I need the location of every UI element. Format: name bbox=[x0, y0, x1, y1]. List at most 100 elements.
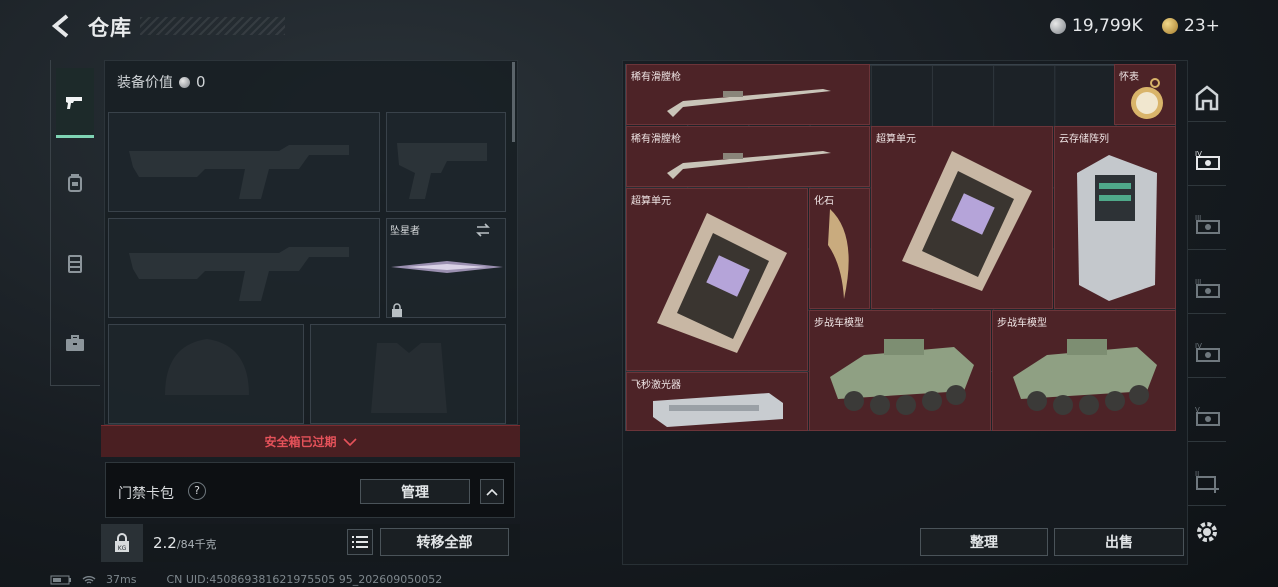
svg-text:V: V bbox=[1195, 406, 1200, 414]
svg-text:IV: IV bbox=[1195, 150, 1202, 158]
equipment-value-label: 装备价值 bbox=[117, 75, 173, 91]
gold-coin-icon bbox=[1162, 18, 1178, 34]
stash-item[interactable]: 步战车模型 bbox=[809, 310, 991, 431]
melee-slot[interactable]: 坠星者 bbox=[386, 218, 506, 318]
ifv-model-icon bbox=[830, 339, 974, 415]
gold-currency[interactable]: 23+ bbox=[1162, 14, 1220, 38]
helmet-slot[interactable] bbox=[108, 324, 304, 424]
silver-coin-icon bbox=[1050, 18, 1066, 34]
storage-tab-home[interactable] bbox=[1188, 72, 1226, 122]
tier-5-storage-icon: V bbox=[1195, 406, 1220, 426]
compute-unit-icon bbox=[902, 151, 1032, 291]
sell-button[interactable]: 出售 bbox=[1054, 528, 1184, 556]
list-view-button[interactable] bbox=[347, 529, 373, 555]
rifle-silhouette-icon bbox=[129, 247, 349, 301]
storage-tab-3b[interactable]: III bbox=[1188, 264, 1226, 314]
category-vest[interactable] bbox=[56, 228, 94, 298]
svg-text:III: III bbox=[1195, 214, 1201, 222]
stash-item[interactable]: 化石 bbox=[809, 188, 870, 309]
sort-button[interactable]: 整理 bbox=[920, 528, 1048, 556]
storage-tab-2-add[interactable]: II bbox=[1188, 456, 1226, 506]
back-button[interactable] bbox=[48, 12, 76, 40]
card-pack-label: 门禁卡包 bbox=[118, 486, 174, 502]
access-card-pack: 门禁卡包 ? 管理 bbox=[105, 462, 515, 518]
back-arrow-icon bbox=[51, 14, 69, 38]
list-icon bbox=[352, 536, 368, 548]
home-storage-icon bbox=[1195, 84, 1219, 110]
storage-tab-4[interactable]: IV bbox=[1188, 136, 1226, 186]
stash-item[interactable]: 超算单元 bbox=[626, 188, 808, 371]
stash-item[interactable]: 步战车模型 bbox=[992, 310, 1176, 431]
svg-text:III: III bbox=[1195, 278, 1201, 286]
tier-4-storage-icon: IV bbox=[1195, 150, 1220, 170]
equipment-value-amount: 0 bbox=[196, 73, 206, 91]
gold-amount: 23+ bbox=[1184, 16, 1220, 36]
tier-3b-storage-icon: III bbox=[1195, 278, 1220, 298]
ping-text: 37ms bbox=[106, 573, 137, 586]
lock-icon bbox=[392, 303, 402, 317]
melee-name: 坠星者 bbox=[390, 226, 420, 237]
weight-current: 2.2 bbox=[153, 534, 177, 552]
category-case[interactable] bbox=[56, 308, 94, 378]
stash-item[interactable]: 超算单元 bbox=[871, 126, 1053, 309]
category-weapons[interactable] bbox=[56, 68, 94, 138]
primary-weapon-slot[interactable] bbox=[108, 112, 380, 212]
page-title: 仓库 bbox=[88, 16, 132, 40]
silver-currency: 19,799K bbox=[1050, 14, 1143, 38]
svg-text:II: II bbox=[1195, 470, 1199, 478]
title-decoration bbox=[140, 17, 285, 35]
stash-item[interactable]: 云存储阵列 bbox=[1054, 126, 1176, 309]
stash-item[interactable]: 稀有滑膛枪 bbox=[626, 64, 870, 125]
laser-device-icon bbox=[653, 393, 783, 427]
storage-array-icon bbox=[1077, 155, 1157, 301]
rifle-silhouette-icon bbox=[129, 145, 349, 199]
tier-4b-storage-icon: IV bbox=[1195, 342, 1220, 362]
fossil-claw-icon bbox=[828, 209, 849, 299]
weight-readout: 2.2/84千克 bbox=[153, 534, 217, 552]
helmet-silhouette-icon bbox=[165, 339, 249, 395]
expand-button[interactable] bbox=[480, 479, 504, 504]
item-name: 云存储阵列 bbox=[1059, 134, 1109, 145]
equipment-scrollbar[interactable] bbox=[512, 62, 515, 142]
manage-button[interactable]: 管理 bbox=[360, 479, 470, 504]
stash-item[interactable]: 怀表 bbox=[1114, 64, 1176, 125]
stash-item[interactable]: 稀有滑膛枪 bbox=[626, 126, 870, 187]
status-bar: 37ms CN UID:450869381621975505 95_202609… bbox=[50, 573, 442, 586]
musket-icon bbox=[667, 151, 831, 179]
compute-unit-icon bbox=[657, 213, 787, 353]
svg-text:IV: IV bbox=[1195, 342, 1202, 350]
silver-coin-icon bbox=[179, 76, 190, 88]
backpack-icon bbox=[68, 174, 82, 192]
chevron-up-icon bbox=[486, 488, 498, 496]
storage-tab-3[interactable]: III bbox=[1188, 200, 1226, 250]
musket-icon bbox=[667, 89, 831, 117]
category-backpack[interactable] bbox=[56, 148, 94, 218]
safe-box-status: 安全箱已过期 bbox=[264, 435, 337, 449]
secondary-weapon-slot[interactable] bbox=[108, 218, 380, 318]
tier-3-storage-icon: III bbox=[1195, 214, 1220, 234]
safe-box-expired-banner[interactable]: 安全箱已过期 bbox=[101, 425, 520, 457]
stash-item[interactable]: 飞秒激光器 bbox=[626, 372, 808, 431]
briefcase-icon bbox=[66, 335, 84, 351]
carry-weight-bar: KG 2.2/84千克 转移全部 bbox=[101, 524, 520, 562]
help-button[interactable]: ? bbox=[188, 482, 206, 500]
armor-silhouette-icon bbox=[371, 343, 447, 413]
uid-text: CN UID:450869381621975505 95_20260905005… bbox=[166, 573, 443, 586]
silver-amount: 19,799K bbox=[1072, 16, 1143, 36]
weight-lock-label: KG bbox=[118, 545, 127, 552]
transfer-all-button[interactable]: 转移全部 bbox=[380, 528, 509, 556]
settings-button[interactable] bbox=[1193, 518, 1221, 546]
armor-slot[interactable] bbox=[310, 324, 506, 424]
storage-tab-5[interactable]: V bbox=[1188, 392, 1226, 442]
storage-tab-4b[interactable]: IV bbox=[1188, 328, 1226, 378]
vest-icon bbox=[68, 255, 82, 273]
gear-icon bbox=[1197, 522, 1217, 542]
battery-icon bbox=[50, 575, 71, 584]
weight-lock-icon: KG bbox=[101, 524, 143, 562]
equipment-value: 装备价值 0 bbox=[117, 72, 206, 92]
ifv-model-icon bbox=[1013, 339, 1157, 415]
weight-max: /84千克 bbox=[176, 538, 217, 551]
chevron-down-icon bbox=[342, 437, 357, 446]
sidearm-slot[interactable] bbox=[386, 112, 506, 212]
swap-icon[interactable] bbox=[475, 223, 491, 237]
